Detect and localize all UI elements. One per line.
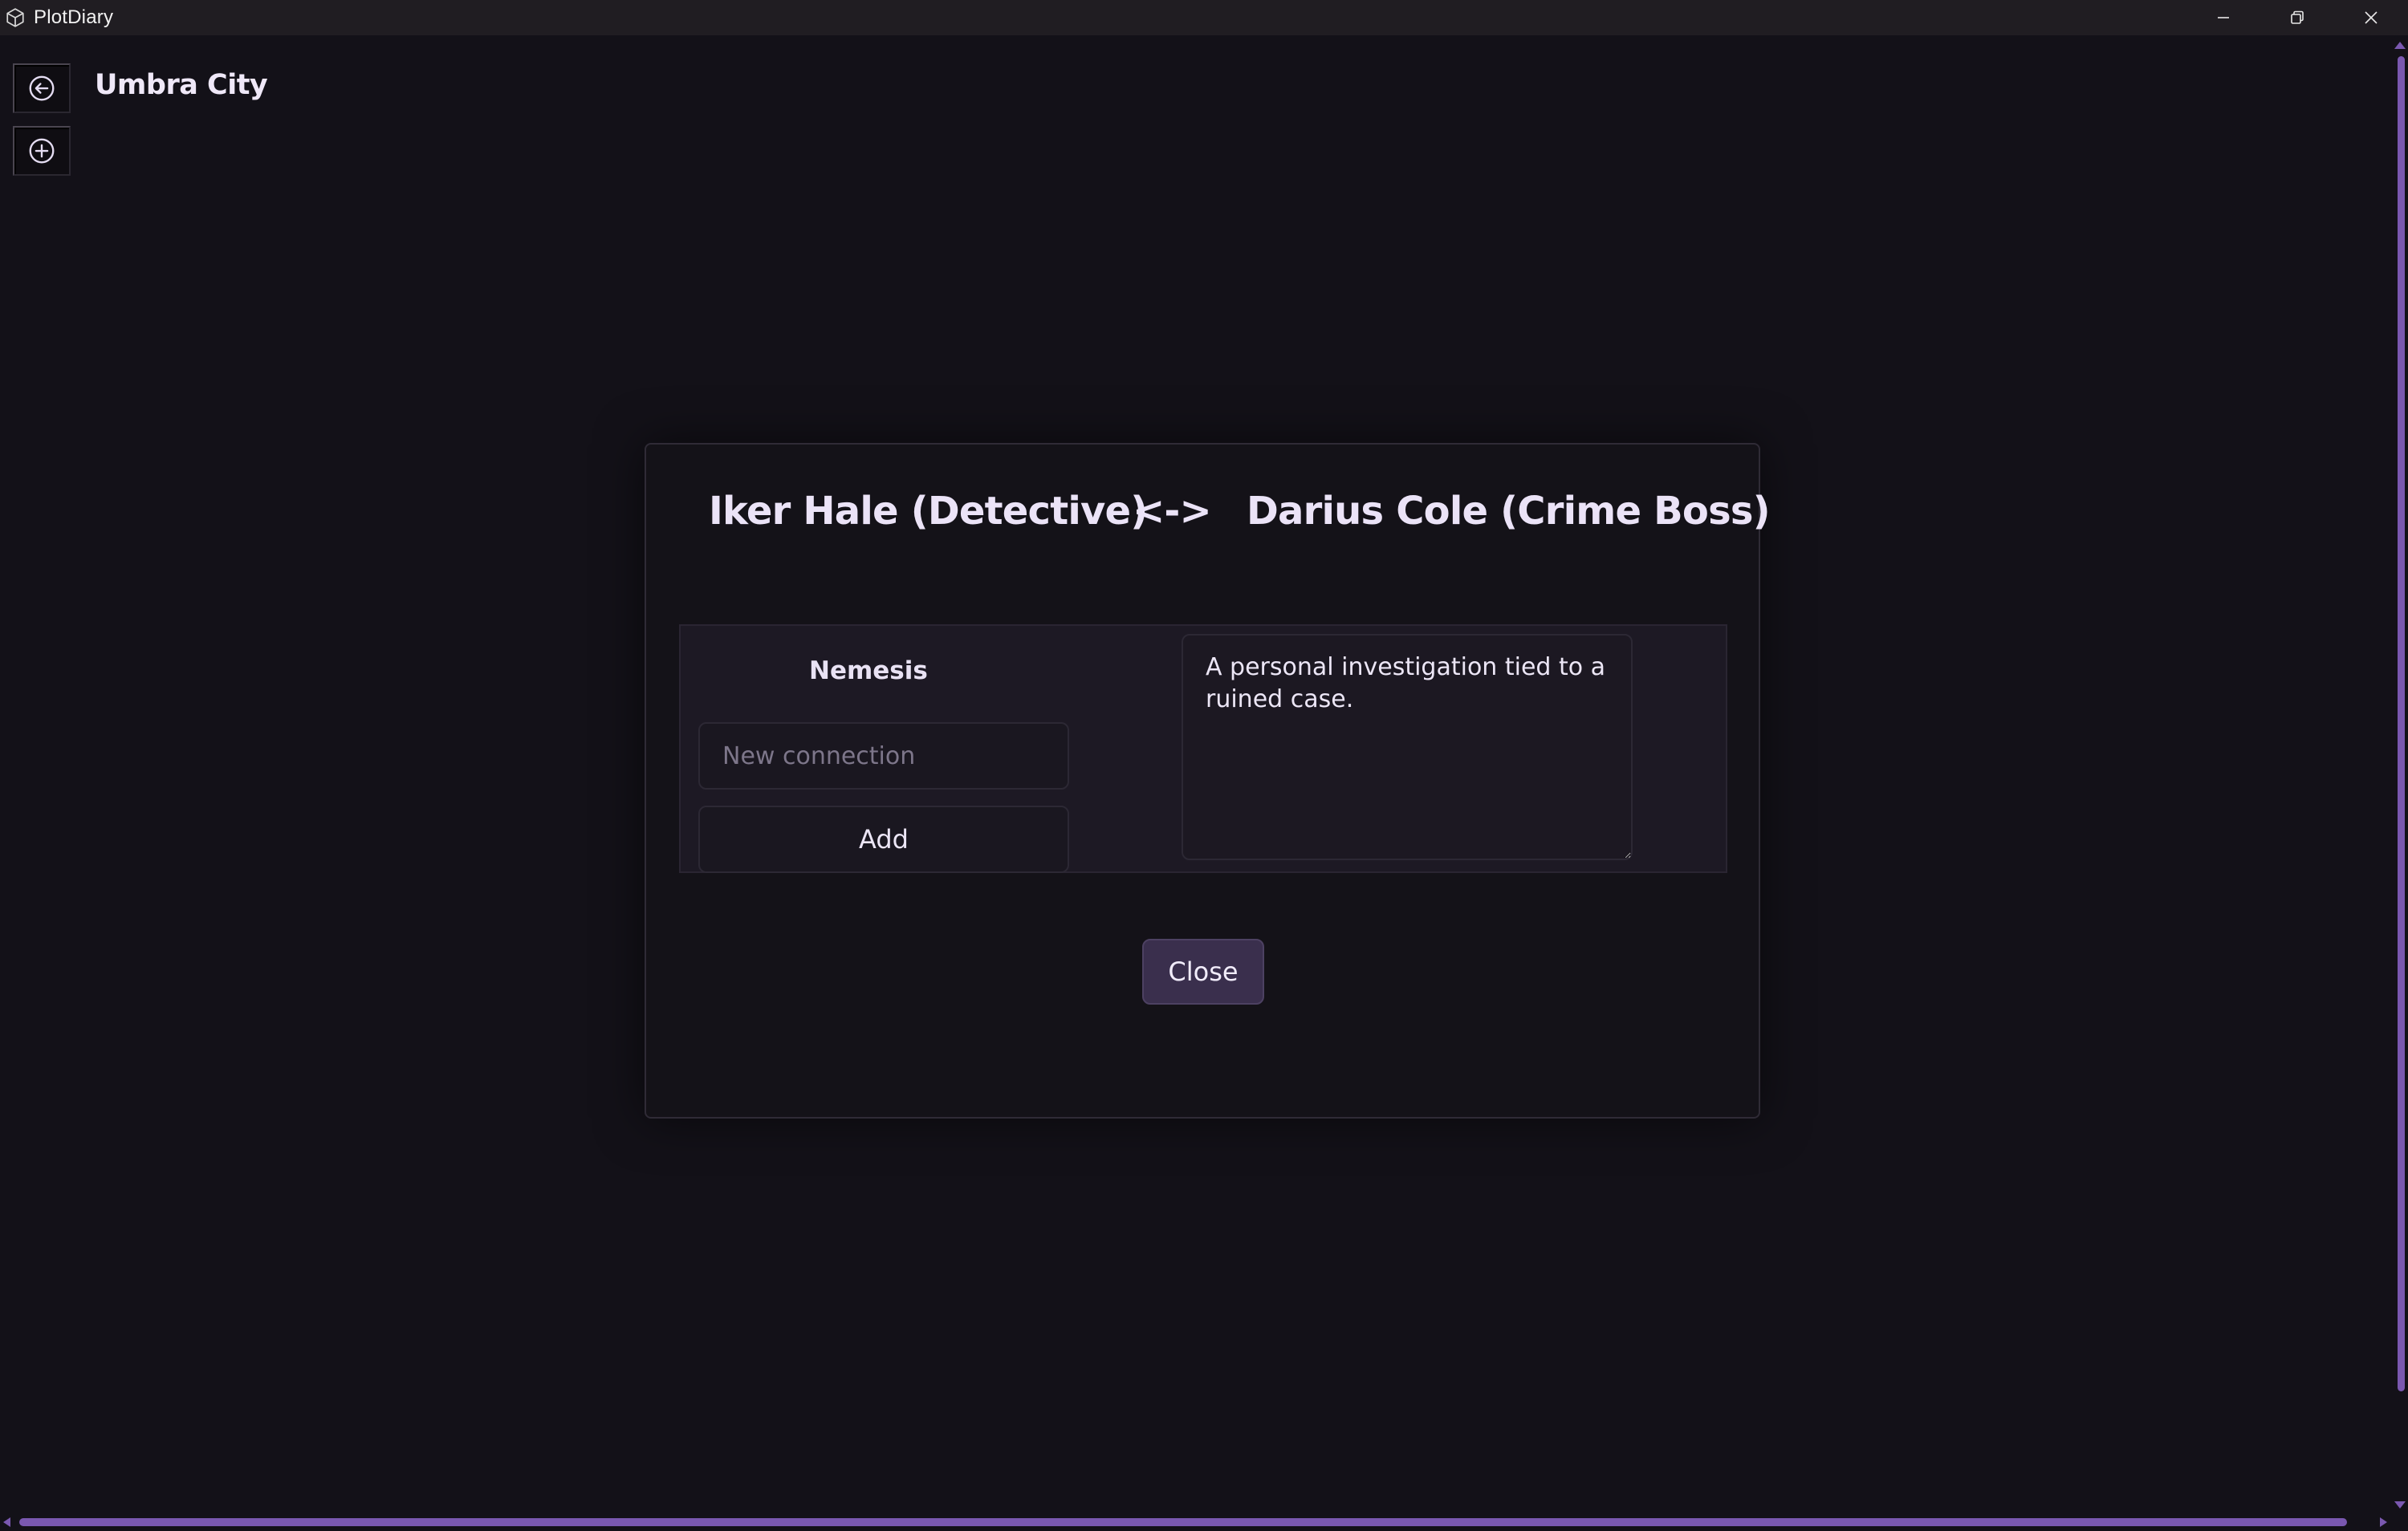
restore-icon bbox=[2291, 10, 2304, 24]
character-b-name: Darius Cole (Crime Boss) bbox=[1247, 489, 1771, 534]
horizontal-scrollbar[interactable] bbox=[0, 1512, 2408, 1531]
connection-type-label[interactable]: Nemesis bbox=[809, 656, 928, 685]
scroll-right-arrow-icon[interactable] bbox=[2380, 1517, 2387, 1527]
horizontal-scroll-thumb[interactable] bbox=[19, 1518, 2347, 1526]
connection-panel: Nemesis Add A personal investigation tie… bbox=[679, 624, 1727, 873]
project-title: Umbra City bbox=[95, 69, 268, 101]
back-button[interactable] bbox=[13, 63, 71, 113]
add-connection-button[interactable]: Add bbox=[698, 806, 1069, 873]
close-window-button[interactable] bbox=[2334, 0, 2408, 35]
relationship-header: Iker Hale (Detective) <-> Darius Cole (C… bbox=[646, 489, 1771, 545]
arrow-left-circle-icon bbox=[29, 75, 55, 101]
character-a-name: Iker Hale (Detective) bbox=[709, 489, 1148, 534]
restore-button[interactable] bbox=[2260, 0, 2334, 35]
plus-circle-icon bbox=[29, 138, 55, 164]
vertical-scrollbar[interactable] bbox=[2390, 35, 2408, 1515]
close-dialog-button[interactable]: Close bbox=[1142, 939, 1264, 1005]
add-button[interactable] bbox=[13, 126, 71, 176]
scroll-left-arrow-icon[interactable] bbox=[3, 1517, 10, 1527]
title-bar: PlotDiary bbox=[0, 0, 2408, 35]
scroll-up-arrow-icon[interactable] bbox=[2394, 42, 2406, 49]
minimize-button[interactable] bbox=[2186, 0, 2260, 35]
cube-app-icon bbox=[3, 6, 27, 30]
new-connection-input[interactable] bbox=[698, 722, 1069, 790]
connection-description-textarea[interactable]: A personal investigation tied to a ruine… bbox=[1182, 634, 1633, 860]
scroll-down-arrow-icon[interactable] bbox=[2394, 1501, 2406, 1509]
relationship-dialog: Iker Hale (Detective) <-> Darius Cole (C… bbox=[645, 443, 1771, 1119]
vertical-scroll-thumb[interactable] bbox=[2398, 56, 2405, 1391]
window-controls bbox=[2186, 0, 2408, 35]
window-title: PlotDiary bbox=[34, 6, 114, 28]
minimize-icon bbox=[2218, 17, 2229, 18]
close-icon bbox=[2365, 11, 2377, 24]
relationship-separator: <-> bbox=[1133, 489, 1212, 534]
